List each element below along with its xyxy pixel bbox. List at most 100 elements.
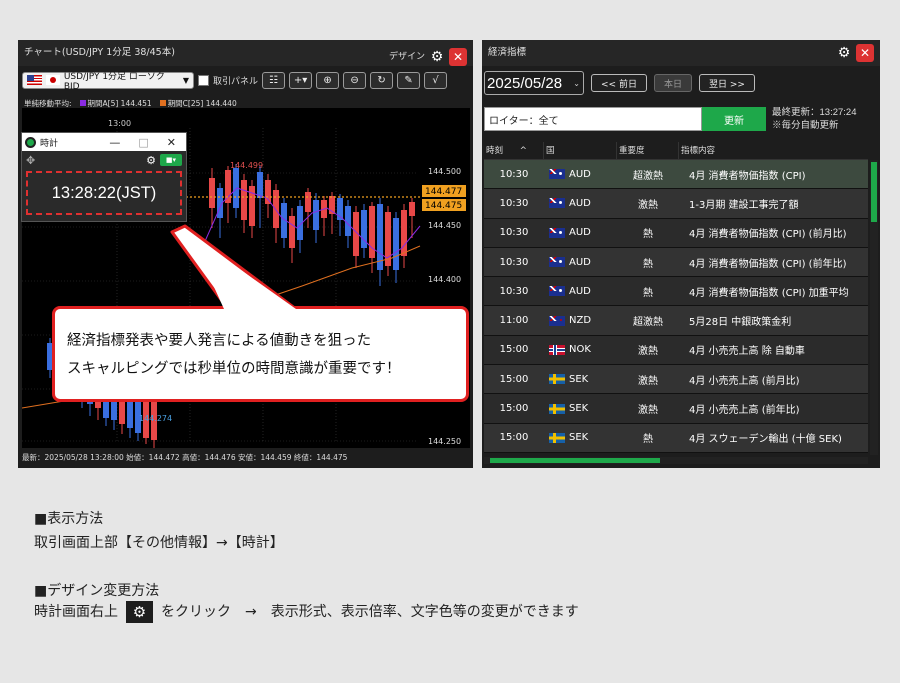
candle-body — [313, 200, 319, 230]
close-button[interactable]: ✕ — [449, 48, 467, 66]
row-importance: 超激熱 — [633, 317, 663, 329]
jp-flag-icon — [46, 75, 60, 85]
col-time[interactable]: 時刻 ^ — [484, 142, 544, 159]
se-flag-icon — [549, 374, 565, 385]
price-tick: 144.450 — [428, 221, 461, 230]
candle-body — [409, 202, 415, 216]
row-time: 10:30 — [499, 256, 529, 268]
row-importance: 熱 — [643, 229, 653, 241]
table-header: 時刻 ^ 国 重要度 指標内容 — [484, 142, 868, 160]
sort-up-icon: ^ — [519, 146, 527, 156]
table-row[interactable]: 15:00 SEK 熱 4月 スウェーデン輸出 (十億 SEK) — [484, 423, 868, 453]
col-importance[interactable]: 重要度 — [617, 142, 679, 159]
row-country: SEK — [544, 432, 617, 443]
stage: チャート(USD/JPY 1分足 38/45本) デザイン ⚙ ✕ USD/JP… — [0, 0, 900, 683]
row-time: 10:30 — [499, 168, 529, 180]
row-time: 10:30 — [499, 227, 529, 239]
chart-toolbar: USD/JPY 1分足 ローソク BID ▼ 取引パネル ☷ +▾ ⊕ ⊖ ↻ … — [22, 70, 469, 92]
clock-widget[interactable]: 時計 — □ ✕ ✥ ⚙ ■▾ 13:28:22(JST) — [21, 132, 187, 222]
clock-color-dropdown[interactable]: ■▾ — [160, 154, 182, 166]
date-select[interactable]: 2025/05/28 ⌄ — [484, 71, 584, 95]
close-button[interactable]: ✕ — [856, 44, 874, 62]
us-flag-icon — [27, 75, 43, 85]
table-row[interactable]: 10:30 AUD 超激熱 4月 消費者物価指数 (CPI) — [484, 160, 868, 190]
low-label: 144.274 — [139, 414, 172, 423]
today-button[interactable]: 本日 — [653, 74, 692, 92]
row-country: SEK — [544, 403, 617, 414]
design-text-b: をクリック → 表示形式、表示倍率、文字色等の変更ができます — [161, 604, 579, 620]
row-indicator: 4月 小売売上高 (前年比) — [689, 405, 800, 417]
refresh-icon[interactable]: ↻ — [370, 71, 394, 89]
row-country: AUD — [544, 257, 617, 268]
crosshair-icon[interactable]: +▾ — [289, 71, 313, 89]
row-indicator: 4月 消費者物価指数 (CPI) (前月比) — [689, 229, 847, 241]
maximize-button[interactable]: □ — [138, 136, 148, 149]
horizontal-scrollbar[interactable] — [484, 457, 868, 464]
row-importance: 激熱 — [638, 405, 658, 417]
candle-body — [345, 206, 351, 236]
clock-time: 13:28:22(JST) — [26, 171, 182, 215]
trade-panel-checkbox[interactable] — [198, 74, 209, 86]
table-row[interactable]: 10:30 AUD 熱 4月 消費者物価指数 (CPI) (前月比) — [484, 218, 868, 248]
col-indicator[interactable]: 指標内容 — [679, 142, 868, 159]
table-row[interactable]: 10:30 AUD 激熱 1-3月期 建設工事完了額 — [484, 189, 868, 219]
table-row[interactable]: 15:00 NOK 激熱 4月 小売売上高 除 自動車 — [484, 335, 868, 366]
candle-body — [265, 180, 271, 204]
table-row[interactable]: 10:30 AUD 熱 4月 消費者物価指数 (CPI) (前年比) — [484, 247, 868, 278]
chart-title: チャート(USD/JPY 1分足 38/45本) — [24, 47, 175, 58]
economic-calendar-panel: 経済指標 ⚙ ✕ 2025/05/28 ⌄ << 前日 本日 翌日 >> ロイタ… — [482, 40, 880, 468]
callout-line-2: スキャルピングでは秒単位の時間意識が重要です！ — [67, 361, 401, 377]
au-flag-icon — [549, 169, 565, 180]
clock-tools: ✥ ⚙ ■▾ — [22, 151, 186, 169]
pencil-icon[interactable]: ✎ — [397, 71, 421, 89]
last-update: 最終更新：13:27:24 ※毎分自動更新 — [772, 106, 856, 132]
row-importance: 激熱 — [638, 375, 658, 387]
table-row[interactable]: 15:00 SEK 激熱 4月 小売売上高 (前年比) — [484, 394, 868, 424]
gear-icon[interactable]: ⚙ — [837, 46, 851, 60]
calendar-rows: 10:30 AUD 超激熱 4月 消費者物価指数 (CPI) 10:30 AUD 激熱 1-3… — [484, 160, 868, 453]
indicator-icon[interactable]: ☷ — [262, 71, 286, 89]
row-importance: 超激熱 — [633, 170, 663, 182]
row-indicator: 4月 小売売上高 (前月比) — [689, 375, 800, 387]
clock-gear-icon[interactable]: ⚙ — [146, 154, 156, 167]
prev-day-button[interactable]: << 前日 — [591, 74, 647, 92]
row-indicator: 4月 消費者物価指数 (CPI) — [689, 170, 806, 182]
minimize-button[interactable]: — — [109, 136, 120, 149]
row-country: AUD — [544, 198, 617, 209]
row-importance: 熱 — [643, 287, 653, 299]
row-country: SEK — [544, 374, 617, 385]
update-button[interactable]: 更新 — [702, 107, 766, 131]
row-time: 15:00 — [499, 344, 529, 356]
design-link[interactable]: デザイン — [389, 44, 425, 70]
next-day-button[interactable]: 翌日 >> — [698, 74, 755, 92]
zoom-out-icon[interactable]: ⊖ — [343, 71, 367, 89]
source-filter[interactable]: ロイター：全て — [484, 107, 702, 131]
table-row[interactable]: 10:30 AUD 熱 4月 消費者物価指数 (CPI) 加重平均 — [484, 277, 868, 307]
chevron-down-icon: ⌄ — [573, 78, 580, 88]
row-time: 10:30 — [499, 197, 529, 209]
table-row[interactable]: 15:00 SEK 激熱 4月 小売売上高 (前月比) — [484, 365, 868, 395]
clock-title: 時計 — [40, 138, 59, 149]
chart-settings-icon[interactable]: √ — [424, 71, 448, 89]
scroll-thumb[interactable] — [490, 458, 660, 463]
ma-c-text: 期間C[25] 144.440 — [167, 99, 237, 108]
row-country: AUD — [544, 169, 617, 180]
scroll-thumb[interactable] — [871, 162, 877, 222]
clock-close-button[interactable]: ✕ — [167, 136, 176, 149]
last-update-time: 最終更新：13:27:24 — [772, 107, 857, 118]
row-country: AUD — [544, 286, 617, 297]
au-flag-icon — [549, 257, 565, 268]
time-axis-label: 13:00 — [108, 119, 131, 128]
gear-icon[interactable]: ⚙ — [430, 50, 444, 64]
zoom-in-icon[interactable]: ⊕ — [316, 71, 340, 89]
row-country: NOK — [544, 344, 617, 355]
vertical-scrollbar[interactable] — [870, 160, 878, 455]
row-indicator: 4月 消費者物価指数 (CPI) (前年比) — [689, 258, 847, 270]
candle-body — [241, 180, 247, 220]
table-row[interactable]: 11:00 NZD 超激熱 5月28日 中銀政策金利 — [484, 306, 868, 336]
calendar-title: 経済指標 — [488, 47, 527, 58]
section-heading-display: ■表示方法 — [34, 511, 104, 527]
symbol-select[interactable]: USD/JPY 1分足 ローソク BID ▼ — [22, 71, 194, 92]
move-icon[interactable]: ✥ — [26, 154, 35, 167]
col-country[interactable]: 国 — [544, 142, 617, 159]
